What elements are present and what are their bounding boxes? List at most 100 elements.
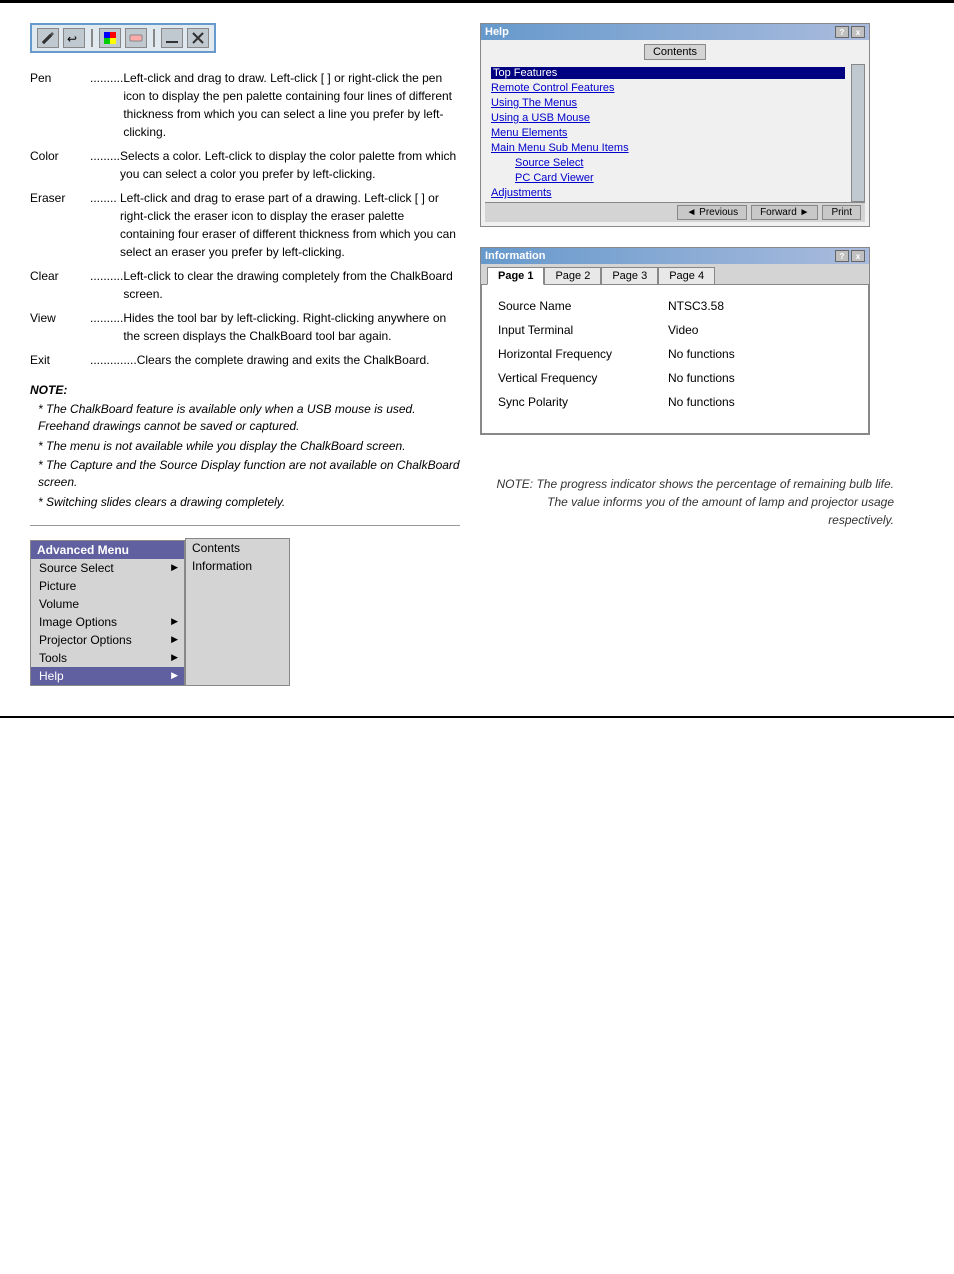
note-item-2: The Capture and the Source Display funct…	[38, 457, 460, 491]
advanced-menu-title: Advanced Menu	[31, 541, 184, 559]
toolbar: ↩	[30, 23, 216, 53]
help-win-controls: ? x	[835, 26, 865, 38]
info-value-sync-polarity: No functions	[668, 395, 735, 409]
term-color: Color	[30, 147, 90, 183]
term-clear: Clear	[30, 267, 90, 303]
info-label-horiz-freq: Horizontal Frequency	[498, 347, 668, 361]
help-inner: Top Features Remote Control Features Usi…	[485, 64, 865, 202]
term-exit: Exit	[30, 351, 90, 369]
menu-item-projector-options[interactable]: Projector Options ▶	[31, 631, 184, 649]
help-link-main-menu[interactable]: Main Menu Sub Menu Items	[491, 142, 845, 154]
term-eraser: Eraser	[30, 189, 90, 261]
color-icon[interactable]	[99, 28, 121, 48]
info-value-vert-freq: No functions	[668, 371, 735, 385]
info-win-controls: ? x	[835, 250, 865, 262]
menu-label-image-options: Image Options	[39, 615, 117, 629]
menu-label-picture: Picture	[39, 579, 76, 593]
prev-button[interactable]: ◄ Previous	[677, 205, 747, 220]
help-link-remote-control[interactable]: Remote Control Features	[491, 82, 845, 94]
info-tab-page3[interactable]: Page 3	[601, 267, 658, 284]
dots-pen: ..........	[90, 69, 123, 141]
info-row-horiz-freq: Horizontal Frequency No functions	[498, 347, 852, 361]
note-item-1: The menu is not available while you disp…	[38, 438, 460, 455]
info-row-vert-freq: Vertical Frequency No functions	[498, 371, 852, 385]
def-eraser: Left-click and drag to erase part of a d…	[120, 189, 460, 261]
info-question-btn[interactable]: ?	[835, 250, 849, 262]
help-close-btn[interactable]: x	[851, 26, 865, 38]
desc-view: View .......... Hides the tool bar by le…	[30, 309, 460, 345]
close-icon[interactable]	[187, 28, 209, 48]
page-container: ↩ Pen	[0, 0, 954, 1274]
info-label-vert-freq: Vertical Frequency	[498, 371, 668, 385]
help-link-using-menus[interactable]: Using The Menus	[491, 97, 845, 109]
arrow-image-options: ▶	[171, 616, 178, 627]
submenu-contents[interactable]: Contents	[186, 539, 289, 557]
help-link-usb-mouse[interactable]: Using a USB Mouse	[491, 112, 845, 124]
info-value-input-terminal: Video	[668, 323, 698, 337]
help-link-source-select[interactable]: Source Select	[515, 157, 845, 169]
menu-label-tools: Tools	[39, 651, 67, 665]
note-item-0: The ChalkBoard feature is available only…	[38, 401, 460, 435]
dots-exit: ..............	[90, 351, 137, 369]
help-body: Contents Top Features Remote Control Fea…	[481, 40, 869, 226]
help-title: Help	[485, 26, 509, 38]
undo-icon[interactable]: ↩	[63, 28, 85, 48]
info-value-source-name: NTSC3.58	[668, 299, 724, 313]
info-close-btn[interactable]: x	[851, 250, 865, 262]
menu-label-projector-options: Projector Options	[39, 633, 132, 647]
def-color: Selects a color. Left-click to display t…	[120, 147, 460, 183]
info-title: Information	[485, 250, 546, 262]
help-link-adjustments[interactable]: Adjustments	[491, 187, 845, 199]
def-exit: Clears the complete drawing and exits th…	[137, 351, 460, 369]
menu-label-source-select: Source Select	[39, 561, 114, 575]
dots-color: .........	[90, 147, 120, 183]
help-tab-bar: Contents	[485, 44, 865, 60]
help-link-menu-elements[interactable]: Menu Elements	[491, 127, 845, 139]
info-tab-page4[interactable]: Page 4	[658, 267, 715, 284]
help-titlebar: Help ? x	[481, 24, 869, 40]
menu-item-picture[interactable]: Picture	[31, 577, 184, 595]
description-list: Pen .......... Left-click and drag to dr…	[30, 69, 460, 369]
minimize-icon[interactable]	[161, 28, 183, 48]
arrow-projector-options: ▶	[171, 634, 178, 645]
info-tab-page1[interactable]: Page 1	[487, 267, 544, 285]
menu-item-volume[interactable]: Volume	[31, 595, 184, 613]
submenu-wrapper: Advanced Menu Source Select ▶ Picture Vo…	[30, 540, 460, 686]
help-question-btn[interactable]: ?	[835, 26, 849, 38]
dots-clear: ..........	[90, 267, 123, 303]
def-view: Hides the tool bar by left-clicking. Rig…	[123, 309, 460, 345]
def-pen: Left-click and drag to draw. Left-click …	[123, 69, 460, 141]
pen-icon[interactable]	[37, 28, 59, 48]
bottom-note-line2: The value informs you of the amount of l…	[480, 493, 894, 529]
print-button[interactable]: Print	[822, 205, 861, 220]
desc-clear: Clear .......... Left-click to clear the…	[30, 267, 460, 303]
desc-pen: Pen .......... Left-click and drag to dr…	[30, 69, 460, 141]
eraser-icon[interactable]	[125, 28, 147, 48]
help-link-pc-card-viewer[interactable]: PC Card Viewer	[515, 172, 845, 184]
info-label-input-terminal: Input Terminal	[498, 323, 668, 337]
note-section: NOTE: The ChalkBoard feature is availabl…	[30, 383, 460, 511]
menu-item-image-options[interactable]: Image Options ▶	[31, 613, 184, 631]
right-column: Help ? x Contents Top Features Remote Co…	[480, 23, 924, 686]
desc-color: Color ......... Selects a color. Left-cl…	[30, 147, 460, 183]
info-titlebar: Information ? x	[481, 248, 869, 264]
menu-item-tools[interactable]: Tools ▶	[31, 649, 184, 667]
forward-button[interactable]: Forward ►	[751, 205, 818, 220]
menu-item-help[interactable]: Help ▶	[31, 667, 184, 685]
help-content-area: Top Features Remote Control Features Usi…	[485, 64, 851, 202]
left-column: ↩ Pen	[30, 23, 460, 686]
info-row-sync-polarity: Sync Polarity No functions	[498, 395, 852, 409]
toolbar-sep1	[91, 29, 93, 47]
submenu-information[interactable]: Information	[186, 557, 289, 575]
help-scrollbar[interactable]	[851, 64, 865, 202]
dots-eraser: ........	[90, 189, 120, 261]
menu-label-help: Help	[39, 669, 64, 683]
info-tab-page2[interactable]: Page 2	[544, 267, 601, 284]
arrow-help: ▶	[171, 670, 178, 681]
help-submenu: Contents Information	[185, 538, 290, 686]
help-link-top-features[interactable]: Top Features	[491, 67, 845, 79]
help-tab-contents[interactable]: Contents	[644, 44, 706, 60]
menu-item-source-select[interactable]: Source Select ▶	[31, 559, 184, 577]
term-view: View	[30, 309, 90, 345]
info-row-source-name: Source Name NTSC3.58	[498, 299, 852, 313]
